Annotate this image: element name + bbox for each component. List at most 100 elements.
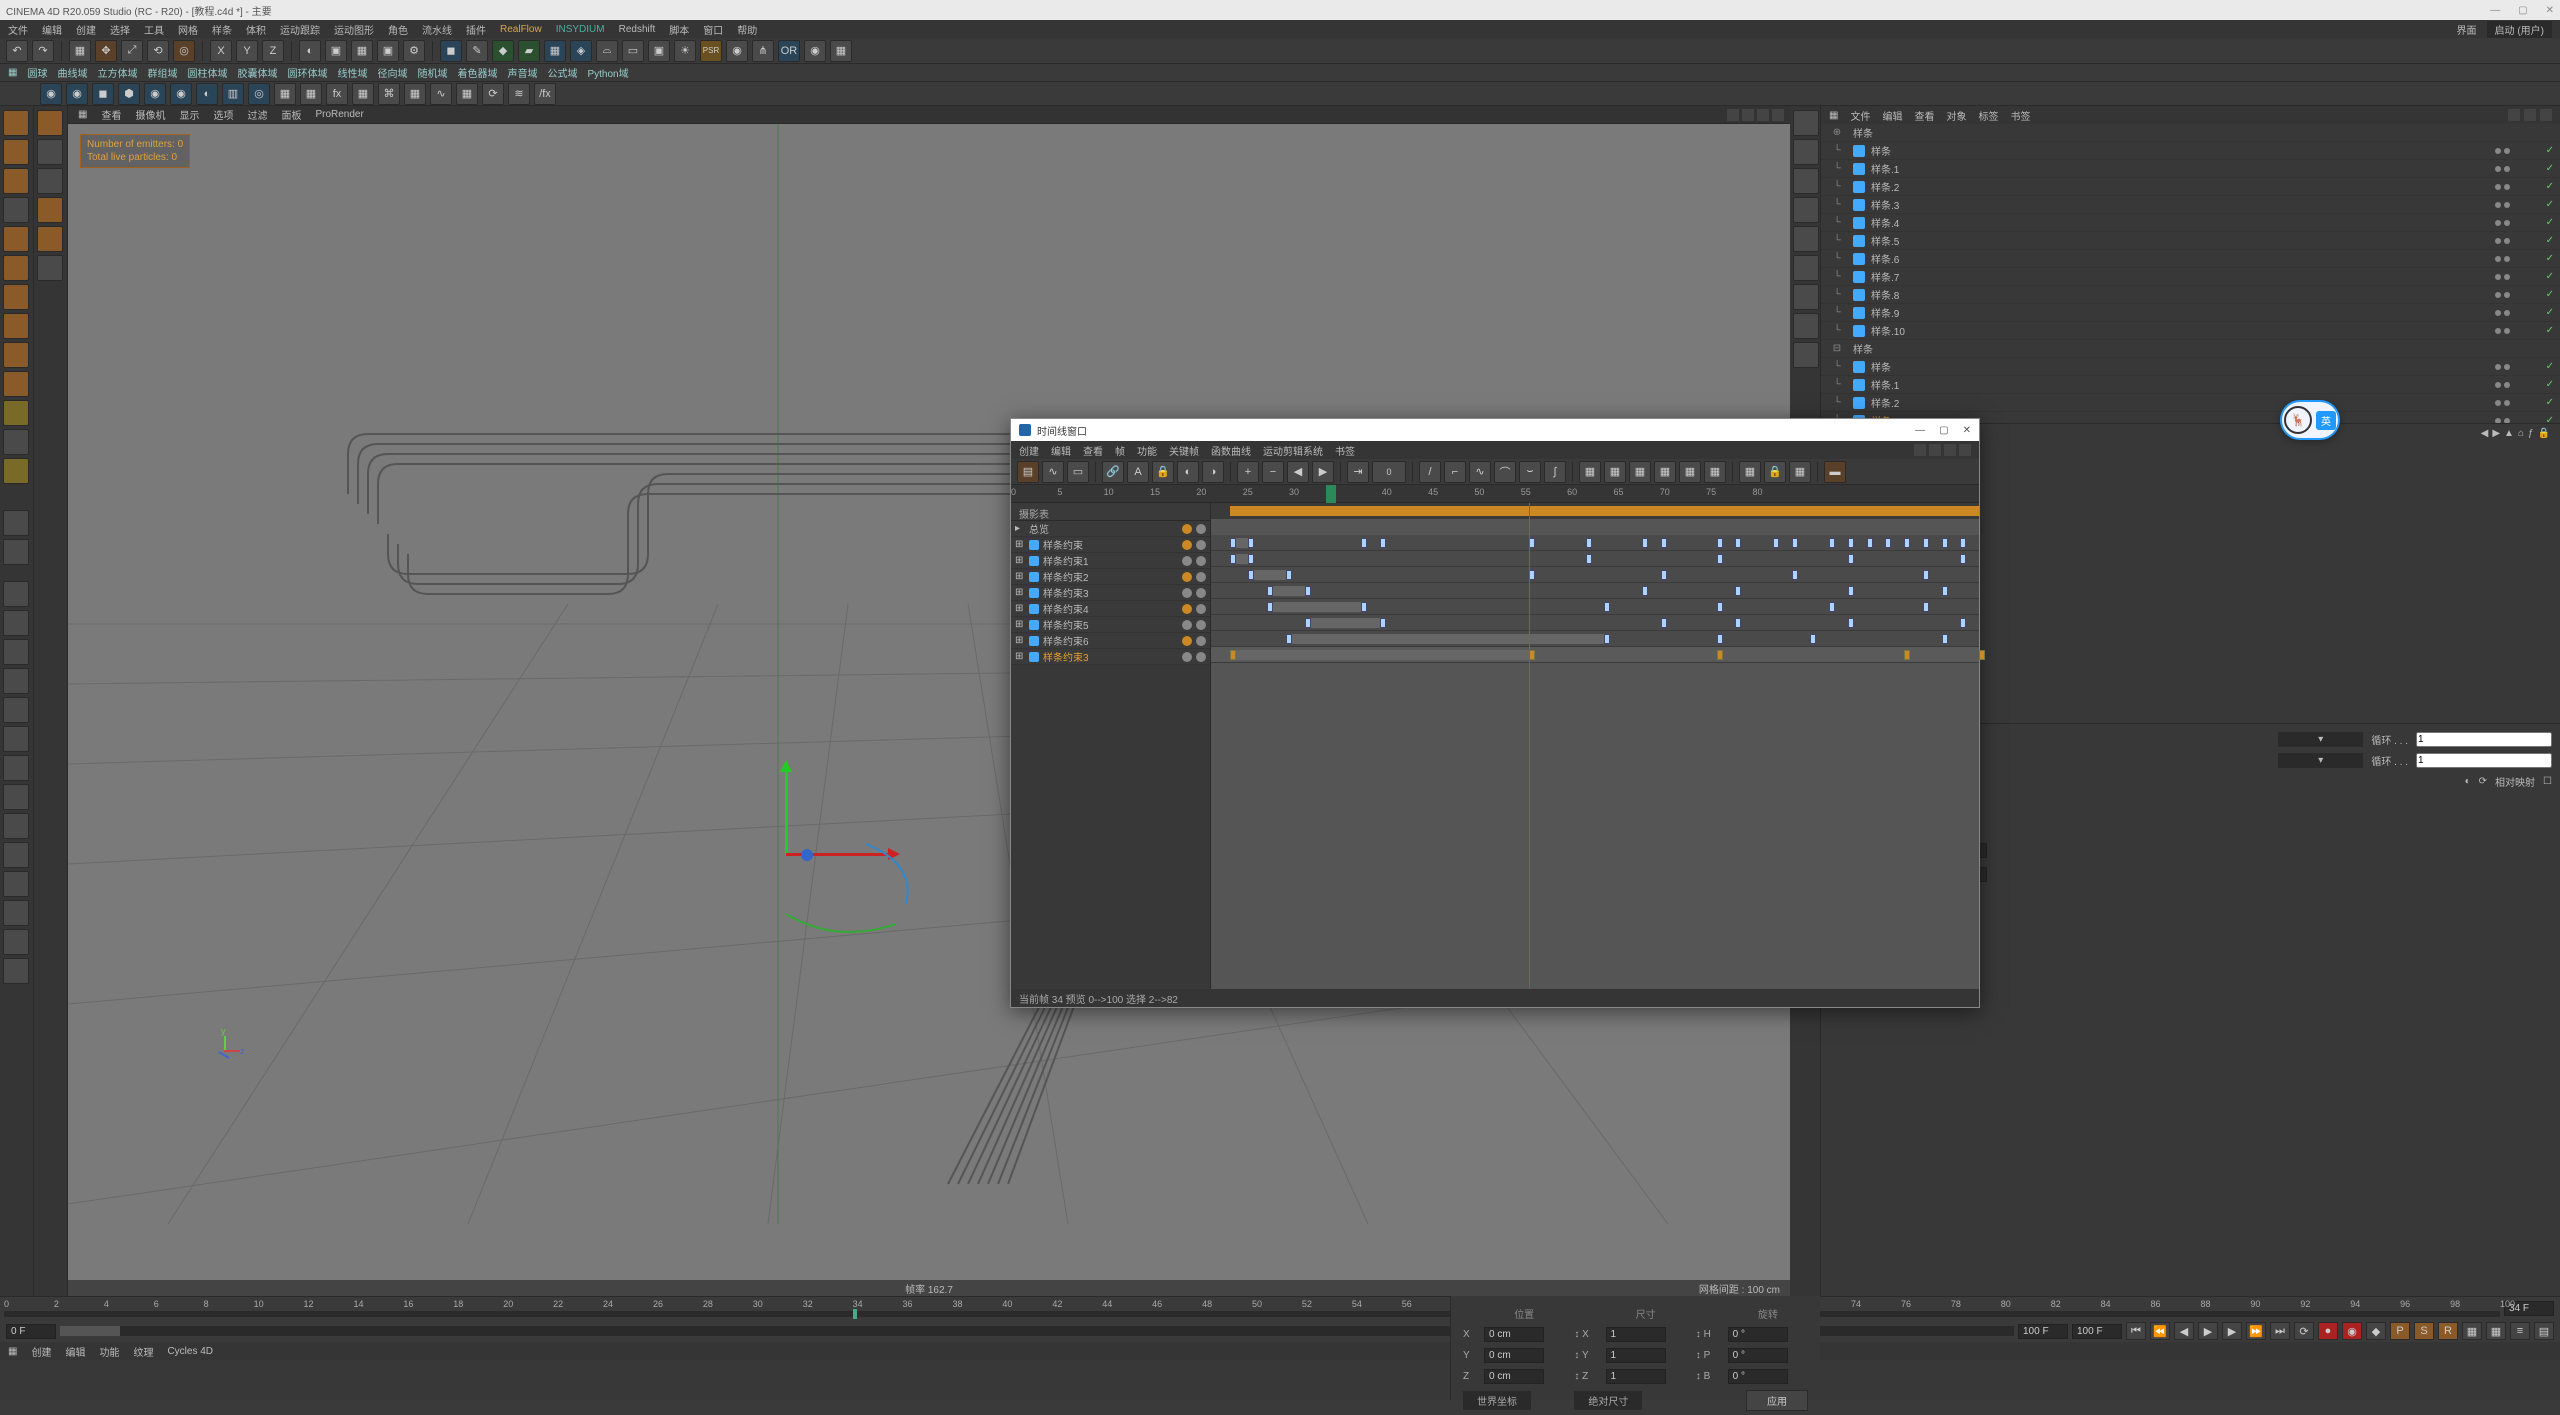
render-to-pv-button[interactable]: ▣ (377, 40, 399, 62)
coord-mode1[interactable]: 世界坐标 (1463, 1391, 1531, 1410)
object-row[interactable]: └ 样条.3 ✓ (1821, 196, 2560, 214)
field-sphere[interactable]: 圆球 (27, 65, 47, 80)
vis-render-dot[interactable] (2504, 328, 2510, 334)
vis-editor-dot[interactable] (2495, 382, 2501, 388)
extrude-button[interactable]: ▰ (518, 40, 540, 62)
object-name[interactable]: 样条.8 (1871, 287, 2489, 302)
enable-check-icon[interactable]: ✓ (2546, 415, 2554, 424)
light-button[interactable]: ☀ (674, 40, 696, 62)
keyframe[interactable] (1586, 538, 1592, 548)
size-input[interactable] (1606, 1327, 1666, 1342)
mat-func[interactable]: 功能 (99, 1344, 119, 1359)
tlt-dope-icon[interactable]: ▤ (1017, 461, 1039, 483)
p11[interactable] (3, 871, 29, 897)
object-row[interactable]: └ 样条.2 ✓ (1821, 394, 2560, 412)
tlm-r4[interactable] (1959, 444, 1971, 456)
menu-volume[interactable]: 体积 (246, 22, 266, 37)
tlwin-titlebar[interactable]: 时间线窗口 — ▢ ✕ (1011, 419, 1979, 441)
pla-key-button[interactable]: ▦ (2486, 1322, 2506, 1340)
enable-check-icon[interactable]: ✓ (2546, 145, 2554, 156)
keyframe[interactable] (1923, 538, 1929, 548)
object-row[interactable]: └ 样条.7 ✓ (1821, 268, 2560, 286)
tlwin-minimize-icon[interactable]: — (1915, 425, 1925, 436)
field-capsule[interactable]: 胶囊体域 (237, 65, 277, 80)
tlt-b4[interactable]: ▦ (1654, 461, 1676, 483)
vis-editor-dot[interactable] (2495, 274, 2501, 280)
clip-segment[interactable] (1286, 634, 1604, 644)
object-list[interactable]: ⊕样条 └ 样条 ✓ └ 样条.1 ✓ └ 样条.2 ✓ └ 样条.3 ✓ └ … (1821, 124, 2560, 424)
vis-editor-dot[interactable] (2495, 184, 2501, 190)
tlt-ease-icon[interactable]: ∫ (1544, 461, 1566, 483)
tlt-prev-key-icon[interactable]: ◀ (1287, 461, 1309, 483)
tl-playline[interactable] (1529, 503, 1530, 989)
lp-a[interactable] (37, 139, 63, 165)
texture-mode-icon[interactable] (3, 168, 29, 194)
tlt-b6[interactable]: ▦ (1704, 461, 1726, 483)
vis-render-dot[interactable] (2504, 238, 2510, 244)
tlwin-ruler[interactable]: 05101520253034404550556065707580 (1011, 485, 1979, 503)
play-button[interactable]: ▶ (2198, 1322, 2218, 1340)
edges-mode-icon[interactable] (3, 255, 29, 281)
dope-track[interactable] (1211, 647, 1979, 663)
keyframe[interactable] (1923, 570, 1929, 580)
cube-primitive[interactable]: ◼ (440, 40, 462, 62)
ft6[interactable]: ◉ (170, 83, 192, 105)
tl-object-row[interactable]: ⊞ 样条约束2 (1011, 569, 1210, 585)
vr6[interactable] (1793, 255, 1819, 281)
dope-track[interactable] (1211, 583, 1979, 599)
keyframe[interactable] (1773, 538, 1779, 548)
tlt-auto-icon[interactable]: A (1127, 461, 1149, 483)
select-tool[interactable]: ▦ (69, 40, 91, 62)
tlm-create[interactable]: 创建 (1019, 443, 1039, 458)
floor-button[interactable]: ▭ (622, 40, 644, 62)
prev-frame-button[interactable]: ◀ (2174, 1322, 2194, 1340)
vis-editor-dot[interactable] (2495, 364, 2501, 370)
make-editable-icon[interactable] (3, 110, 29, 136)
keyframe[interactable] (1380, 618, 1386, 628)
ft5[interactable]: ◉ (144, 83, 166, 105)
pen-tool[interactable]: ✎ (466, 40, 488, 62)
vis-render-dot[interactable] (2504, 364, 2510, 370)
om-file[interactable]: 文件 (1850, 108, 1870, 123)
tl-object-name[interactable]: 样条约束2 (1043, 569, 1178, 584)
object-row[interactable]: └ 样条.4 ✓ (1821, 214, 2560, 232)
misc-button[interactable]: ▦ (830, 40, 852, 62)
tl-object-name[interactable]: 样条约束3 (1043, 585, 1178, 600)
mat-create[interactable]: 创建 (31, 1344, 51, 1359)
tlm-edit[interactable]: 编辑 (1051, 443, 1071, 458)
ft11[interactable]: ▦ (300, 83, 322, 105)
dope-track[interactable] (1211, 551, 1979, 567)
tlm-bookmark[interactable]: 书签 (1335, 443, 1355, 458)
tlt-step-icon[interactable]: ⌐ (1444, 461, 1466, 483)
tl-object-name[interactable]: 样条约束5 (1043, 617, 1178, 632)
record-button[interactable]: ● (2318, 1322, 2338, 1340)
om-bookmarks[interactable]: 书签 (2010, 108, 2030, 123)
field-group[interactable]: 群组域 (147, 65, 177, 80)
p14[interactable] (3, 958, 29, 984)
nav-prev-icon[interactable]: ◀ (2481, 428, 2489, 439)
tlt-fcurve-icon[interactable]: ∿ (1042, 461, 1064, 483)
nav-next-icon[interactable]: ▶ (2492, 428, 2500, 439)
tweak-icon[interactable] (3, 342, 29, 368)
keyframe[interactable] (1286, 570, 1292, 580)
vp-filter[interactable]: 过滤 (247, 107, 267, 122)
snap-settings-icon[interactable] (3, 429, 29, 455)
clip-segment[interactable] (1267, 602, 1361, 612)
tlm-r3[interactable] (1944, 444, 1956, 456)
tl-object-row[interactable]: ⊞ 样条约束3 (1011, 649, 1210, 665)
vis-editor-dot[interactable] (2495, 238, 2501, 244)
keyframe[interactable] (1735, 618, 1741, 628)
track-solo-icon[interactable] (1196, 540, 1206, 550)
keyframe[interactable] (1904, 538, 1910, 548)
om-tags[interactable]: 标签 (1978, 108, 1998, 123)
minimize-icon[interactable]: — (2490, 5, 2500, 16)
tlt-spline-icon[interactable]: ∿ (1469, 461, 1491, 483)
end-frame-input-1[interactable] (2018, 1324, 2068, 1339)
keyframe[interactable] (1248, 554, 1254, 564)
polys-mode-icon[interactable] (3, 284, 29, 310)
instance-button[interactable]: ◈ (570, 40, 592, 62)
summary-track[interactable] (1211, 503, 1979, 519)
keyframe[interactable] (1717, 634, 1723, 644)
om-x1[interactable] (2524, 109, 2536, 121)
enable-check-icon[interactable]: ✓ (2546, 217, 2554, 228)
